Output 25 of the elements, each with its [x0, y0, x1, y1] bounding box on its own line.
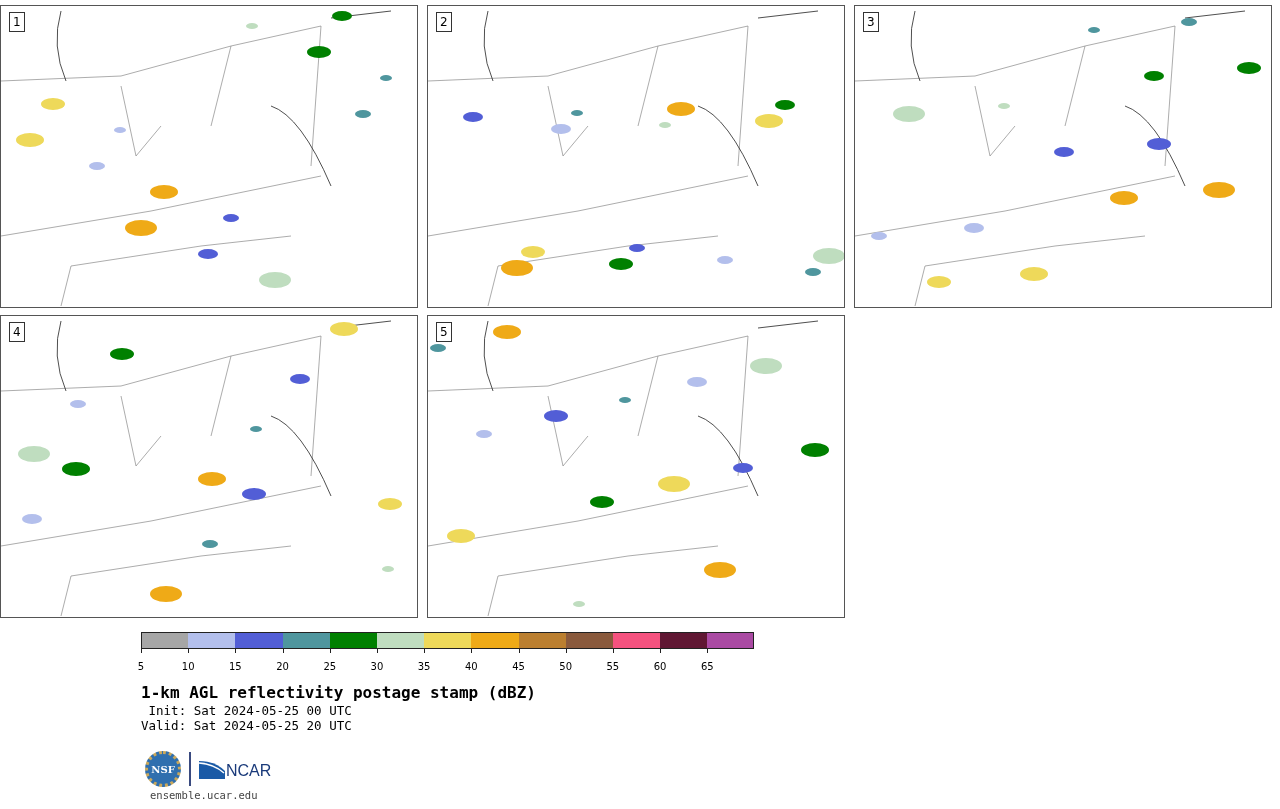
tick-label: 35 [417, 661, 431, 673]
panel-number: 1 [9, 12, 25, 32]
seal-logo: NSF [145, 751, 181, 787]
panel-number: 2 [436, 12, 452, 32]
tick-label: 15 [229, 661, 242, 673]
tick-label: 55 [606, 661, 620, 673]
tick-label: 40 [464, 661, 478, 673]
tick-label: 25 [323, 661, 337, 673]
valid-time: Valid: Sat 2024-05-25 20 UTC [141, 718, 353, 733]
tick-label: 65 [700, 661, 714, 673]
tick-label: 45 [512, 661, 525, 673]
chart-title: 1-km AGL reflectivity postage stamp (dBZ) [141, 683, 537, 703]
panel-number: 5 [436, 322, 452, 342]
tick-label: 60 [653, 661, 667, 673]
swoosh-icon [199, 759, 225, 779]
init-time: Init: Sat 2024-05-25 00 UTC [147, 703, 353, 718]
panel-number: 3 [863, 12, 879, 32]
panel-number: 4 [9, 322, 25, 342]
tick-label: 20 [276, 661, 289, 673]
ncar-logo: NCAR [199, 759, 272, 779]
tick-label: 30 [370, 661, 384, 673]
tick-label: 50 [559, 661, 573, 673]
website-url: ensemble.ucar.edu [150, 789, 259, 802]
tick-label: 5 [137, 661, 145, 673]
tick-label: 10 [181, 661, 195, 673]
